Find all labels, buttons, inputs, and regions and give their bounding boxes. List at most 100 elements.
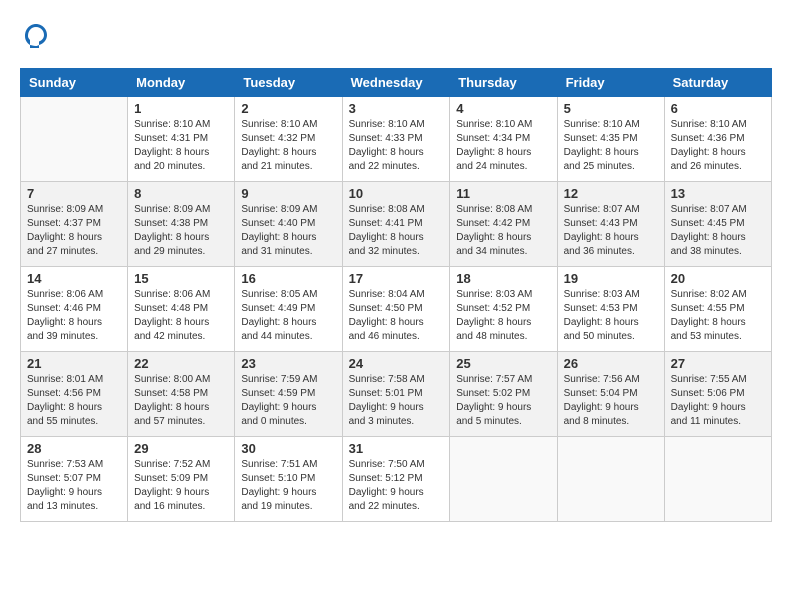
day-cell: 30 Sunrise: 7:51 AMSunset: 5:10 PMDayligh… [235,437,342,522]
week-row-3: 14Sunrise: 8:06 AMSunset: 4:46 PMDayligh… [21,267,772,352]
day-number: 29 [134,441,228,456]
day-cell: 12Sunrise: 8:07 AMSunset: 4:43 PMDayligh… [557,182,664,267]
day-cell: 20 Sunrise: 8:02 AMSunset: 4:55 PMDayligh… [664,267,771,352]
day-info: Sunrise: 8:10 AMSunset: 4:32 PMDaylight:… [241,118,335,174]
week-row-2: 7 Sunrise: 8:09 AMSunset: 4:37 PMDaylight… [21,182,772,267]
day-info: Sunrise: 8:02 AMSunset: 4:55 PMDaylight:… [671,288,765,344]
day-number: 10 [349,186,444,201]
day-number: 15 [134,271,228,286]
header-saturday: Saturday [664,69,771,97]
day-number: 3 [349,101,444,116]
day-number: 8 [134,186,228,201]
day-cell: 21 Sunrise: 8:01 AMSunset: 4:56 PMDayligh… [21,352,128,437]
day-info: Sunrise: 7:55 AMSunset: 5:06 PMDaylight:… [671,373,765,429]
day-cell: 16 Sunrise: 8:05 AMSunset: 4:49 PMDayligh… [235,267,342,352]
day-info: Sunrise: 8:10 AMSunset: 4:33 PMDaylight:… [349,118,444,174]
day-number: 26 [564,356,658,371]
day-info: Sunrise: 8:00 AMSunset: 4:58 PMDaylight:… [134,373,228,429]
day-info: Sunrise: 8:06 AMSunset: 4:46 PMDaylight:… [27,288,121,344]
day-cell: 26 Sunrise: 7:56 AMSunset: 5:04 PMDayligh… [557,352,664,437]
day-info: Sunrise: 8:09 AMSunset: 4:40 PMDaylight:… [241,203,335,259]
day-info: Sunrise: 8:07 AMSunset: 4:45 PMDaylight:… [671,203,765,259]
day-number: 4 [456,101,550,116]
logo [20,20,56,52]
day-cell: 13Sunrise: 8:07 AMSunset: 4:45 PMDayligh… [664,182,771,267]
day-cell: 29Sunrise: 7:52 AMSunset: 5:09 PMDayligh… [128,437,235,522]
day-number: 20 [671,271,765,286]
page-header [20,20,772,52]
day-number: 22 [134,356,228,371]
day-info: Sunrise: 8:10 AMSunset: 4:31 PMDaylight:… [134,118,228,174]
day-cell: 4 Sunrise: 8:10 AMSunset: 4:34 PMDaylight… [450,97,557,182]
week-row-5: 28 Sunrise: 7:53 AMSunset: 5:07 PMDayligh… [21,437,772,522]
day-number: 27 [671,356,765,371]
day-cell: 23 Sunrise: 7:59 AMSunset: 4:59 PMDayligh… [235,352,342,437]
day-number: 23 [241,356,335,371]
day-cell: 25 Sunrise: 7:57 AMSunset: 5:02 PMDayligh… [450,352,557,437]
day-info: Sunrise: 8:08 AMSunset: 4:41 PMDaylight:… [349,203,444,259]
week-row-1: 1 Sunrise: 8:10 AMSunset: 4:31 PMDaylight… [21,97,772,182]
header-monday: Monday [128,69,235,97]
day-cell: 7 Sunrise: 8:09 AMSunset: 4:37 PMDaylight… [21,182,128,267]
header-sunday: Sunday [21,69,128,97]
day-number: 1 [134,101,228,116]
day-cell: 28 Sunrise: 7:53 AMSunset: 5:07 PMDayligh… [21,437,128,522]
day-number: 7 [27,186,121,201]
day-number: 24 [349,356,444,371]
day-cell: 6Sunrise: 8:10 AMSunset: 4:36 PMDaylight… [664,97,771,182]
day-cell [557,437,664,522]
day-info: Sunrise: 7:59 AMSunset: 4:59 PMDaylight:… [241,373,335,429]
day-cell: 24 Sunrise: 7:58 AMSunset: 5:01 PMDayligh… [342,352,450,437]
day-cell: 17 Sunrise: 8:04 AMSunset: 4:50 PMDayligh… [342,267,450,352]
week-row-4: 21 Sunrise: 8:01 AMSunset: 4:56 PMDayligh… [21,352,772,437]
day-cell [664,437,771,522]
day-cell [450,437,557,522]
day-cell: 2 Sunrise: 8:10 AMSunset: 4:32 PMDaylight… [235,97,342,182]
day-info: Sunrise: 7:56 AMSunset: 5:04 PMDaylight:… [564,373,658,429]
day-cell: 9 Sunrise: 8:09 AMSunset: 4:40 PMDaylight… [235,182,342,267]
day-number: 18 [456,271,550,286]
day-info: Sunrise: 8:10 AMSunset: 4:34 PMDaylight:… [456,118,550,174]
day-number: 2 [241,101,335,116]
day-number: 30 [241,441,335,456]
day-info: Sunrise: 8:09 AMSunset: 4:37 PMDaylight:… [27,203,121,259]
logo-icon [20,20,52,52]
day-number: 16 [241,271,335,286]
day-info: Sunrise: 7:58 AMSunset: 5:01 PMDaylight:… [349,373,444,429]
day-number: 12 [564,186,658,201]
day-cell: 8 Sunrise: 8:09 AMSunset: 4:38 PMDaylight… [128,182,235,267]
day-info: Sunrise: 8:03 AMSunset: 4:53 PMDaylight:… [564,288,658,344]
day-number: 9 [241,186,335,201]
day-cell: 5 Sunrise: 8:10 AMSunset: 4:35 PMDaylight… [557,97,664,182]
header-thursday: Thursday [450,69,557,97]
header-wednesday: Wednesday [342,69,450,97]
day-cell: 27 Sunrise: 7:55 AMSunset: 5:06 PMDayligh… [664,352,771,437]
day-info: Sunrise: 8:09 AMSunset: 4:38 PMDaylight:… [134,203,228,259]
day-number: 19 [564,271,658,286]
calendar-header-row: SundayMondayTuesdayWednesdayThursdayFrid… [21,69,772,97]
day-cell [21,97,128,182]
day-cell: 11 Sunrise: 8:08 AMSunset: 4:42 PMDayligh… [450,182,557,267]
day-number: 5 [564,101,658,116]
day-info: Sunrise: 7:57 AMSunset: 5:02 PMDaylight:… [456,373,550,429]
day-info: Sunrise: 7:51 AMSunset: 5:10 PMDaylight:… [241,458,335,514]
calendar-table: SundayMondayTuesdayWednesdayThursdayFrid… [20,68,772,522]
day-info: Sunrise: 8:08 AMSunset: 4:42 PMDaylight:… [456,203,550,259]
day-cell: 10 Sunrise: 8:08 AMSunset: 4:41 PMDayligh… [342,182,450,267]
day-info: Sunrise: 8:10 AMSunset: 4:35 PMDaylight:… [564,118,658,174]
day-cell: 3 Sunrise: 8:10 AMSunset: 4:33 PMDaylight… [342,97,450,182]
day-number: 25 [456,356,550,371]
day-cell: 15Sunrise: 8:06 AMSunset: 4:48 PMDayligh… [128,267,235,352]
day-number: 28 [27,441,121,456]
header-tuesday: Tuesday [235,69,342,97]
day-cell: 18Sunrise: 8:03 AMSunset: 4:52 PMDayligh… [450,267,557,352]
day-number: 11 [456,186,550,201]
day-info: Sunrise: 7:53 AMSunset: 5:07 PMDaylight:… [27,458,121,514]
day-info: Sunrise: 8:01 AMSunset: 4:56 PMDaylight:… [27,373,121,429]
day-info: Sunrise: 8:04 AMSunset: 4:50 PMDaylight:… [349,288,444,344]
day-number: 17 [349,271,444,286]
day-cell: 1 Sunrise: 8:10 AMSunset: 4:31 PMDaylight… [128,97,235,182]
day-info: Sunrise: 8:10 AMSunset: 4:36 PMDaylight:… [671,118,765,174]
day-info: Sunrise: 8:05 AMSunset: 4:49 PMDaylight:… [241,288,335,344]
day-number: 21 [27,356,121,371]
